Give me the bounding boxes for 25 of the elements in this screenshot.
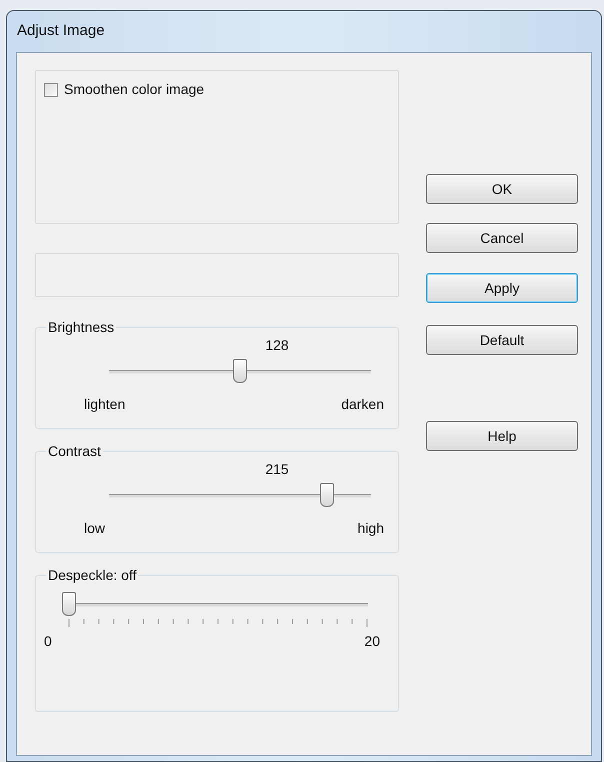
max-label: high xyxy=(358,519,384,538)
slider-value: 215 xyxy=(265,460,289,479)
slider[interactable] xyxy=(109,483,371,507)
slider[interactable] xyxy=(62,592,368,616)
group-title: Contrast xyxy=(47,443,102,459)
max-label: 20 xyxy=(364,632,380,651)
slider-thumb[interactable] xyxy=(62,592,76,616)
min-label: lighten xyxy=(84,395,126,414)
group-title: Despeckle: off xyxy=(47,567,138,583)
max-label: darken xyxy=(341,395,384,414)
slider-value: 128 xyxy=(265,336,289,355)
min-label: 0 xyxy=(44,632,52,651)
slider-thumb[interactable] xyxy=(320,483,334,507)
dialog-button[interactable]: Cancel xyxy=(426,223,578,253)
dialog-button[interactable]: OK xyxy=(426,174,578,204)
slider-thumb[interactable] xyxy=(233,359,247,383)
min-label: low xyxy=(84,519,106,538)
group-title: Brightness xyxy=(47,319,116,335)
dialog-button[interactable]: Apply xyxy=(426,273,578,303)
window-title: Adjust Image xyxy=(17,21,105,42)
dialog-button[interactable]: Default xyxy=(426,325,578,355)
slider[interactable] xyxy=(109,359,371,383)
checkbox[interactable] xyxy=(44,82,58,96)
dialog-button[interactable]: Help xyxy=(426,421,578,451)
checkbox-label: Smoothen color image xyxy=(64,80,204,99)
